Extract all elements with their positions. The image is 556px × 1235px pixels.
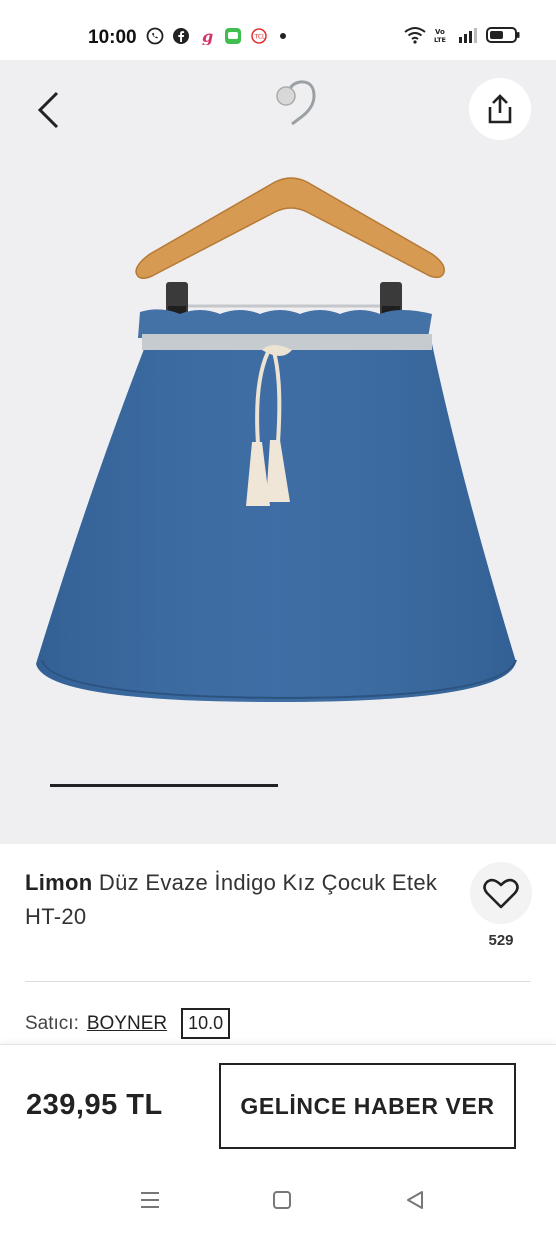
skirt-photo <box>36 80 517 702</box>
recent-apps-button[interactable] <box>136 1186 164 1214</box>
carousel-indicator <box>50 784 278 787</box>
notify-when-available-button[interactable]: GELİNCE HABER VER <box>219 1063 516 1149</box>
product-brand[interactable]: Limon <box>25 870 93 895</box>
price: 239,95 TL <box>26 1089 163 1121</box>
seller-link[interactable]: BOYNER <box>87 1013 167 1035</box>
home-button[interactable] <box>268 1186 296 1214</box>
carousel-progress <box>50 784 506 787</box>
more-notifications-dot <box>280 33 286 39</box>
product-image-carousel[interactable] <box>0 60 556 844</box>
notification-app-icon: TCL <box>250 27 268 45</box>
notification-icons: g TCL <box>146 27 286 45</box>
seller-row: Satıcı: BOYNER 10.0 <box>25 1008 231 1039</box>
volte-icon: Vo LTE <box>434 26 450 44</box>
triangle-back-icon <box>407 1191 423 1209</box>
favorite-button[interactable] <box>470 862 532 924</box>
whatsapp-icon <box>146 27 164 45</box>
seller-score-badge: 10.0 <box>181 1008 231 1039</box>
chevron-left-icon <box>37 91 59 129</box>
favorite: 529 <box>470 862 532 949</box>
svg-text:g: g <box>202 27 213 45</box>
share-button[interactable] <box>469 78 531 140</box>
product-title: Limon Düz Evaze İndigo Kız Çocuk Etek HT… <box>25 866 445 934</box>
square-icon <box>273 1191 291 1209</box>
system-icons: Vo LTE <box>404 26 520 44</box>
back-button[interactable] <box>28 88 68 132</box>
app-j-icon: g <box>198 27 216 45</box>
divider <box>25 981 531 982</box>
status-bar: 10:00 g TCL Vo LTE <box>0 0 556 62</box>
messages-icon <box>224 27 242 45</box>
signal-icon <box>458 26 478 44</box>
heart-icon <box>483 878 519 909</box>
action-bar: 239,95 TL GELİNCE HABER VER <box>0 1044 556 1162</box>
wifi-icon <box>404 26 426 44</box>
favorite-count: 529 <box>488 932 514 949</box>
svg-text:LTE: LTE <box>434 36 446 44</box>
seller-label: Satıcı: <box>25 1012 79 1034</box>
svg-text:Vo: Vo <box>435 28 445 36</box>
back-nav-button[interactable] <box>401 1186 429 1214</box>
system-navigation-bar <box>0 1162 556 1235</box>
share-icon <box>488 94 512 124</box>
battery-icon <box>486 26 520 44</box>
svg-text:TCL: TCL <box>254 34 267 41</box>
product-info: Limon Düz Evaze İndigo Kız Çocuk Etek HT… <box>0 844 556 1044</box>
menu-icon <box>141 1192 159 1208</box>
facebook-icon <box>172 27 190 45</box>
status-time: 10:00 <box>88 27 137 48</box>
